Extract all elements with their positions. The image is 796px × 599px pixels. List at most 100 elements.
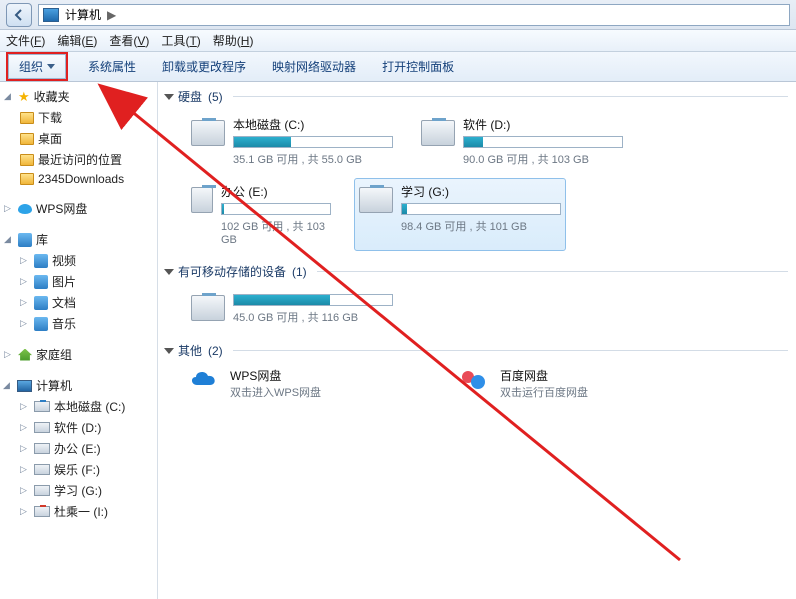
removable-tile[interactable]: 45.0 GB 可用 , 共 116 GB [186, 286, 398, 330]
sidebar-item-recent[interactable]: 最近访问的位置 [2, 149, 155, 170]
sidebar-homegroup-header[interactable]: ▷ 家庭组 [2, 344, 155, 365]
sidebar-item-drive-f[interactable]: ▷娱乐 (F:) [2, 459, 155, 480]
other-subtext: 双击运行百度网盘 [500, 384, 588, 400]
sidebar-item-music[interactable]: ▷音乐 [2, 313, 155, 334]
sidebar-item-pictures[interactable]: ▷图片 [2, 271, 155, 292]
section-removable-count: (1) [292, 265, 307, 279]
star-icon: ★ [18, 89, 30, 105]
sidebar-item-drive-d[interactable]: ▷软件 (D:) [2, 417, 155, 438]
drives-tile-row: 本地磁盘 (C:) 35.1 GB 可用 , 共 55.0 GB 软件 (D:)… [158, 109, 796, 257]
sidebar-item-documents[interactable]: ▷文档 [2, 292, 155, 313]
section-divider [233, 96, 788, 97]
baidu-netdisk-icon [456, 367, 490, 393]
nav-back-button[interactable] [6, 3, 32, 27]
sidebar-item-downloads[interactable]: 下载 [2, 107, 155, 128]
sidebar-computer-header[interactable]: ◢ 计算机 [2, 375, 155, 396]
sidebar-item-videos[interactable]: ▷视频 [2, 250, 155, 271]
other-tile-wps[interactable]: WPS网盘 双击进入WPS网盘 [186, 367, 396, 400]
other-tile-row: WPS网盘 双击进入WPS网盘 百度网盘 双击运行百度网盘 [158, 363, 796, 406]
drive-icon [34, 485, 50, 496]
sidebar-favorites-header[interactable]: ◢ ★ 收藏夹 [2, 86, 155, 107]
section-other-count: (2) [208, 344, 223, 358]
breadcrumb-separator-icon[interactable]: ▶ [107, 8, 116, 22]
libraries-icon [18, 233, 32, 247]
expand-icon: ▷ [20, 255, 30, 266]
toolbar-uninstall-program[interactable]: 卸载或更改程序 [156, 56, 252, 77]
drive-title: 本地磁盘 (C:) [233, 116, 393, 133]
menu-view[interactable]: 查看(V) [109, 32, 149, 49]
drive-icon [191, 187, 213, 213]
drive-tile-g[interactable]: 学习 (G:) 98.4 GB 可用 , 共 101 GB [354, 178, 566, 251]
video-library-icon [34, 254, 48, 268]
drive-tile-c[interactable]: 本地磁盘 (C:) 35.1 GB 可用 , 共 55.0 GB [186, 111, 398, 172]
drive-subtext: 90.0 GB 可用 , 共 103 GB [463, 151, 623, 167]
sidebar-libraries-header[interactable]: ◢ 库 [2, 229, 155, 250]
wps-cloud-icon [186, 367, 220, 393]
breadcrumb-root[interactable]: 计算机 [65, 6, 101, 23]
titlebar-region: 计算机 ▶ [0, 0, 796, 30]
sidebar-favorites-label: 收藏夹 [34, 88, 70, 105]
menu-help[interactable]: 帮助(H) [213, 32, 254, 49]
content-pane[interactable]: 硬盘 (5) 本地磁盘 (C:) 35.1 GB 可用 , 共 55.0 GB … [158, 82, 796, 599]
organize-button[interactable]: 组织 [8, 54, 66, 79]
section-divider [233, 350, 788, 351]
drive-tile-e[interactable]: 办公 (E:) 102 GB 可用 , 共 103 GB [186, 178, 336, 251]
capacity-bar [233, 136, 393, 148]
toolbar-open-control-panel[interactable]: 打开控制面板 [376, 56, 460, 77]
organize-label: 组织 [19, 58, 43, 75]
drive-subtext: 45.0 GB 可用 , 共 116 GB [233, 309, 393, 325]
picture-library-icon [34, 275, 48, 289]
drive-icon [191, 120, 225, 146]
other-tile-baidu[interactable]: 百度网盘 双击运行百度网盘 [456, 367, 666, 400]
drive-subtext: 35.1 GB 可用 , 共 55.0 GB [233, 151, 393, 167]
sidebar-item-2345downloads[interactable]: 2345Downloads [2, 170, 155, 188]
capacity-bar [401, 203, 561, 215]
toolbar: 组织 系统属性 卸载或更改程序 映射网络驱动器 打开控制面板 [0, 52, 796, 82]
drive-tile-d[interactable]: 软件 (D:) 90.0 GB 可用 , 共 103 GB [416, 111, 628, 172]
folder-icon [20, 173, 34, 185]
sidebar-wps-header[interactable]: ▷ WPS网盘 [2, 198, 155, 219]
drive-icon [191, 295, 225, 321]
section-header-other[interactable]: 其他 (2) [158, 336, 796, 363]
menu-file[interactable]: 文件(F) [6, 32, 45, 49]
annotation-highlight-box: 组织 [6, 52, 68, 81]
sidebar-item-drive-e[interactable]: ▷办公 (E:) [2, 438, 155, 459]
address-bar[interactable]: 计算机 ▶ [38, 4, 790, 26]
folder-icon [20, 112, 34, 124]
section-header-removable[interactable]: 有可移动存储的设备 (1) [158, 257, 796, 284]
drive-subtext: 98.4 GB 可用 , 共 101 GB [401, 218, 561, 234]
collapse-icon: ◢ [3, 380, 13, 391]
navigation-sidebar[interactable]: ◢ ★ 收藏夹 下载 桌面 最近访问的位置 2345Downloads ▷ WP… [0, 82, 158, 599]
computer-icon [43, 8, 59, 22]
collapse-icon: ◢ [4, 234, 14, 245]
computer-icon [17, 380, 32, 392]
section-drives-label: 硬盘 [178, 88, 202, 105]
toolbar-system-properties[interactable]: 系统属性 [82, 56, 142, 77]
expand-icon: ▷ [20, 422, 30, 433]
removable-tile-row: 45.0 GB 可用 , 共 116 GB [158, 284, 796, 336]
expand-icon: ▷ [20, 297, 30, 308]
drive-icon [34, 464, 50, 475]
section-drives-count: (5) [208, 90, 223, 104]
drive-icon [34, 422, 50, 433]
section-other-label: 其他 [178, 342, 202, 359]
sidebar-homegroup-label: 家庭组 [36, 346, 72, 363]
expand-icon: ▷ [4, 349, 14, 360]
toolbar-map-network-drive[interactable]: 映射网络驱动器 [266, 56, 362, 77]
section-collapse-icon [164, 348, 174, 354]
section-collapse-icon [164, 269, 174, 275]
expand-icon: ▷ [4, 203, 14, 214]
sidebar-item-desktop[interactable]: 桌面 [2, 128, 155, 149]
section-header-drives[interactable]: 硬盘 (5) [158, 82, 796, 109]
sidebar-item-drive-g[interactable]: ▷学习 (G:) [2, 480, 155, 501]
expand-icon: ▷ [20, 485, 30, 496]
menubar: 文件(F) 编辑(E) 查看(V) 工具(T) 帮助(H) [0, 30, 796, 52]
menu-tools[interactable]: 工具(T) [161, 32, 200, 49]
drive-title: 软件 (D:) [463, 116, 623, 133]
folder-icon [20, 133, 34, 145]
sidebar-item-drive-i[interactable]: ▷杜乘一 (I:) [2, 501, 155, 522]
sidebar-item-drive-c[interactable]: ▷本地磁盘 (C:) [2, 396, 155, 417]
menu-edit[interactable]: 编辑(E) [57, 32, 97, 49]
drive-title: 学习 (G:) [401, 183, 561, 200]
expand-icon: ▷ [20, 401, 30, 412]
